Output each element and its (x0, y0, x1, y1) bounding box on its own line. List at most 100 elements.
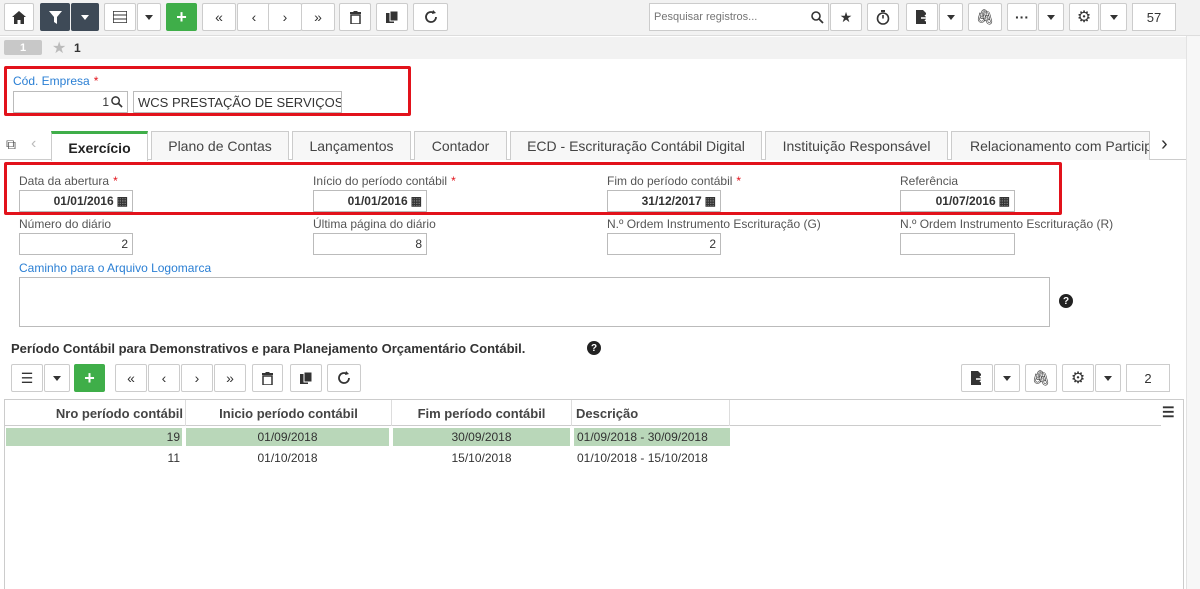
plus-icon: + (84, 367, 95, 388)
record-count: 57 (1132, 3, 1176, 31)
list-view-button[interactable]: ☰ (11, 364, 43, 392)
timer-button[interactable] (867, 3, 899, 31)
fim-periodo-field[interactable]: 31/12/2017 ▦ (607, 190, 721, 212)
more-dropdown[interactable] (1038, 3, 1064, 31)
search-input[interactable] (650, 4, 806, 30)
add-row-button[interactable]: + (74, 364, 105, 392)
copy-row-button[interactable] (290, 364, 322, 392)
referencia-field[interactable]: 01/07/2016 ▦ (900, 190, 1015, 212)
star-icon: ★ (839, 8, 853, 25)
numero-diario-label: Número do diário (19, 217, 112, 231)
fim-periodo-label: Fim do período contábil * (607, 174, 742, 188)
refresh-button[interactable] (413, 3, 448, 31)
trash-icon (349, 10, 361, 24)
chevron-down-icon (53, 375, 61, 381)
help-icon[interactable]: ? (1059, 294, 1073, 308)
refresh-grid-button[interactable] (327, 364, 361, 392)
column-header[interactable]: Descrição (572, 400, 730, 426)
page-scrollbar[interactable] (1186, 36, 1200, 589)
search-icon[interactable] (111, 96, 123, 108)
double-chevron-right-icon: » (314, 9, 322, 25)
delete-row-button[interactable] (252, 364, 283, 392)
export-button[interactable] (906, 3, 938, 31)
list-view-dropdown[interactable] (44, 364, 70, 392)
table-cell: 15/10/2018 (451, 451, 512, 465)
inicio-periodo-field[interactable]: 01/01/2016 ▦ (313, 190, 427, 212)
company-code-field[interactable]: 1 (13, 91, 128, 113)
home-icon (12, 10, 26, 24)
more-button[interactable]: ··· (1007, 3, 1037, 31)
numero-diario-field[interactable]: 2 (19, 233, 133, 255)
calendar-icon[interactable]: ▦ (411, 194, 422, 208)
tab-contador[interactable]: Contador (414, 131, 507, 160)
data-abertura-label: Data da abertura * (19, 174, 118, 188)
next-record-button[interactable]: › (268, 3, 302, 31)
settings-button[interactable]: ⚙ (1069, 3, 1099, 31)
settings-grid-dropdown[interactable] (1095, 364, 1121, 392)
tab-instituicao-responsavel[interactable]: Instituição Responsável (765, 131, 948, 160)
ordem-g-field[interactable]: 2 (607, 233, 721, 255)
calendar-icon[interactable]: ▦ (705, 194, 716, 208)
copy-button[interactable] (376, 3, 408, 31)
tab-ecd[interactable]: ECD - Escrituração Contábil Digital (510, 131, 762, 160)
tab-relacionamento[interactable]: Relacionamento com Particip (951, 131, 1150, 160)
star-icon[interactable]: ★ (52, 38, 66, 58)
add-button[interactable]: + (166, 3, 197, 31)
help-icon[interactable]: ? (587, 341, 601, 355)
company-name-field[interactable]: WCS PRESTAÇÃO DE SERVIÇOS (133, 91, 342, 113)
last-row-button[interactable]: » (214, 364, 246, 392)
column-header[interactable]: Nro período contábil (5, 400, 186, 426)
previous-record-button[interactable]: ‹ (237, 3, 271, 31)
plus-icon: + (176, 6, 187, 27)
chevron-right-icon[interactable]: › (1161, 133, 1168, 156)
next-row-button[interactable]: › (181, 364, 213, 392)
copy-icon (385, 10, 398, 23)
table-row[interactable]: 11 01/10/2018 15/10/2018 01/10/2018 - 15… (5, 449, 731, 467)
main-toolbar: + « ‹ › » ★ 🖇 ··· ⚙ 57 (0, 0, 1200, 36)
duplicate-icon[interactable]: ⧉ (6, 136, 16, 153)
table-cell: 11 (167, 451, 180, 465)
table-row[interactable]: 19 01/09/2018 30/09/2018 01/09/2018 - 30… (5, 428, 731, 446)
data-abertura-field[interactable]: 01/01/2016 ▦ (19, 190, 133, 212)
export-dropdown[interactable] (939, 3, 963, 31)
chevron-left-icon: ‹ (251, 9, 257, 25)
ultima-pagina-field[interactable]: 8 (313, 233, 427, 255)
calendar-icon[interactable]: ▦ (117, 194, 128, 208)
filter-button[interactable] (40, 3, 70, 31)
chevron-right-icon: › (194, 370, 200, 386)
record-number-badge[interactable]: 1 (4, 40, 42, 55)
tab-lancamentos[interactable]: Lançamentos (292, 131, 411, 160)
previous-row-button[interactable]: ‹ (148, 364, 180, 392)
first-row-button[interactable]: « (115, 364, 147, 392)
chevron-left-icon[interactable]: ‹ (31, 135, 36, 153)
company-code-value: 1 (102, 95, 109, 109)
tab-plano-de-contas[interactable]: Plano de Contas (151, 131, 289, 160)
first-record-button[interactable]: « (202, 3, 236, 31)
attachment-grid-button[interactable]: 🖇 (1025, 364, 1057, 392)
filter-dropdown[interactable] (71, 3, 99, 31)
attachment-button[interactable]: 🖇 (968, 3, 1002, 31)
column-header[interactable]: Fim período contábil (392, 400, 572, 426)
home-button[interactable] (4, 3, 34, 31)
table-cell: 19 (6, 428, 182, 446)
export-grid-dropdown[interactable] (994, 364, 1020, 392)
settings-grid-button[interactable]: ⚙ (1062, 364, 1094, 392)
copy-icon (299, 371, 312, 384)
column-menu-icon[interactable]: ☰ (1162, 404, 1175, 421)
calendar-icon[interactable]: ▦ (999, 194, 1010, 208)
export-grid-button[interactable] (961, 364, 993, 392)
chevron-down-icon (1109, 14, 1118, 20)
ordem-r-field[interactable] (900, 233, 1015, 255)
search-icon[interactable] (806, 10, 828, 24)
view-dropdown[interactable] (137, 3, 161, 31)
grid-record-count: 2 (1126, 364, 1170, 392)
column-header[interactable]: Inicio período contábil (186, 400, 392, 426)
delete-button[interactable] (339, 3, 371, 31)
logomarca-textarea[interactable] (19, 277, 1050, 327)
favorite-button[interactable]: ★ (830, 3, 862, 31)
last-record-button[interactable]: » (301, 3, 335, 31)
stopwatch-icon (876, 9, 890, 25)
tab-exercicio[interactable]: Exercício (51, 131, 148, 161)
view-list-button[interactable] (104, 3, 136, 31)
settings-dropdown[interactable] (1100, 3, 1127, 31)
